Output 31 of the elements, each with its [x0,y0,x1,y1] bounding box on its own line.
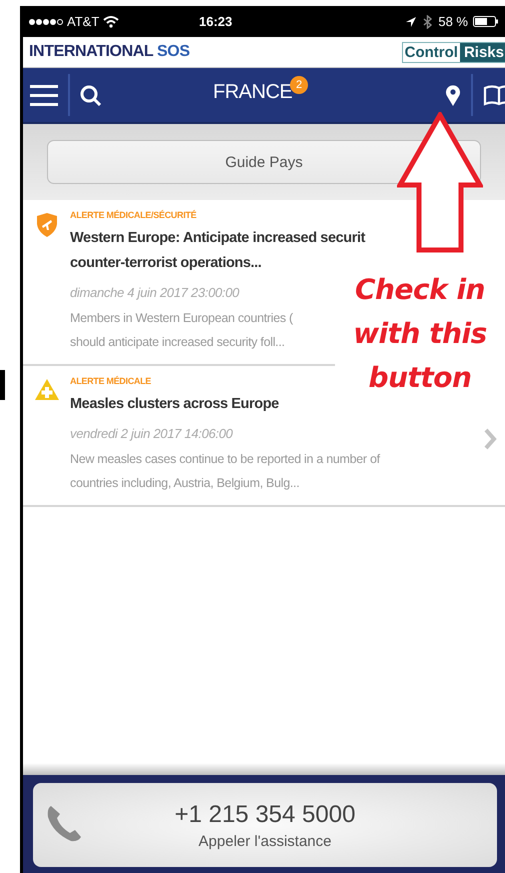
alert-date: dimanche 4 juin 2017 23:00:00 [70,284,240,302]
wifi-icon [103,15,120,28]
bluetooth-icon [422,14,434,28]
alert-title: Measles clusters across Europe [70,395,279,414]
partner-logo: Control Risks [402,42,505,62]
alert-summary: Members in Western European countries ( should anticipate increased security foll... [70,310,293,351]
alert-category: ALERTE MÉDICALE/SÉCURITÉ [70,210,196,222]
notification-badge: 2 [290,76,308,94]
call-button[interactable]: +1 215 354 5000 Appeler l'assistance [33,783,497,867]
alert-summary: New measles cases continue to be reported in a number of countries including, Austria, Belgium, Bulg... [70,451,380,492]
warning-icon [34,378,58,401]
map-pin-icon [445,84,461,106]
alert-title: Western Europe: Anticipate increased securit counter-terrorist operations... [70,229,366,273]
battery-percent: 58 % [438,14,468,29]
search-icon [80,84,101,106]
location-pin-button[interactable] [445,84,461,106]
frame-edge [0,370,5,400]
battery-icon [473,16,499,27]
annotation-text: Check in with this button [353,272,487,396]
menu-button[interactable] [30,82,58,108]
shield-icon [36,212,58,238]
alert-category: ALERTE MÉDICALE [70,376,152,388]
signal-icon [29,18,63,26]
menu-icon [30,82,58,108]
carrier-name: AT&T [67,14,100,29]
search-button[interactable] [80,84,101,106]
alert-date: vendredi 2 juin 2017 14:06:00 [70,425,233,443]
country-title: FRANCE [213,81,292,104]
brand-logo: INTERNATIONAL SOS [29,43,190,61]
location-icon [405,16,418,28]
status-time: 16:23 [199,14,232,29]
